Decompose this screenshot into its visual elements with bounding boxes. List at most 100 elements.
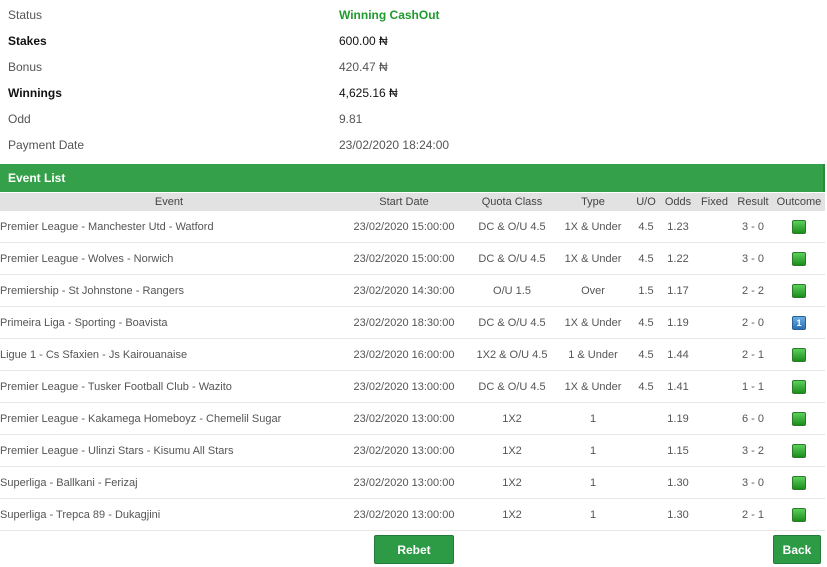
type-cell: 1X & Under: [554, 370, 632, 403]
type-cell: 1: [554, 466, 632, 499]
fixed-cell: [696, 466, 733, 499]
start-date-cell: 23/02/2020 15:00:00: [338, 211, 470, 243]
quota-class-cell: DC & O/U 4.5: [470, 306, 554, 339]
odds-cell: 1.19: [660, 402, 696, 435]
result-cell: 6 - 0: [733, 402, 773, 435]
col-start-date: Start Date: [338, 193, 470, 211]
fixed-cell: [696, 242, 733, 275]
result-cell: 3 - 0: [733, 466, 773, 499]
uo-cell: [632, 466, 660, 499]
odd-label: Odd: [8, 112, 31, 126]
event-cell: Superliga - Ballkani - Ferizaj: [0, 466, 338, 499]
table-row: Premier League - Ulinzi Stars - Kisumu A…: [0, 434, 825, 467]
quota-class-cell: 1X2: [470, 498, 554, 531]
quota-class-cell: 1X2: [470, 434, 554, 467]
table-row: Superliga - Ballkani - Ferizaj 23/02/2020…: [0, 466, 825, 499]
green-check-icon: [792, 379, 806, 394]
outcome-cell: [773, 402, 825, 435]
uo-cell: [632, 434, 660, 467]
table-row: Premier League - Wolves - Norwich 23/02/2…: [0, 242, 825, 275]
outcome-cell: [773, 242, 825, 275]
winnings-value: 4,625.16 ₦: [339, 86, 398, 100]
green-check-icon: [792, 283, 806, 298]
odds-cell: 1.30: [660, 498, 696, 531]
col-outcome: Outcome: [773, 193, 825, 211]
quota-class-cell: 1X2: [470, 402, 554, 435]
green-check-icon: [792, 475, 806, 490]
quota-class-cell: DC & O/U 4.5: [470, 370, 554, 403]
event-cell: Ligue 1 - Cs Sfaxien - Js Kairouanaise: [0, 338, 338, 371]
outcome-cell: [773, 211, 825, 243]
table-row: Premier League - Tusker Football Club - …: [0, 370, 825, 403]
payment-date-label: Payment Date: [8, 138, 85, 152]
event-cell: Premier League - Manchester Utd - Watfor…: [0, 211, 338, 243]
table-row: Superliga - Trepca 89 - Dukagjini 23/02/2…: [0, 498, 825, 531]
green-check-icon: [792, 251, 806, 266]
result-cell: 2 - 1: [733, 338, 773, 371]
bonus-label: Bonus: [8, 60, 43, 74]
table-row: Premier League - Manchester Utd - Watfor…: [0, 211, 825, 243]
start-date-cell: 23/02/2020 13:00:00: [338, 466, 470, 499]
start-date-cell: 23/02/2020 16:00:00: [338, 338, 470, 371]
type-cell: 1 & Under: [554, 338, 632, 371]
result-cell: 3 - 2: [733, 434, 773, 467]
event-cell: Premier League - Ulinzi Stars - Kisumu A…: [0, 434, 338, 467]
result-cell: 3 - 0: [733, 211, 773, 243]
back-button[interactable]: Back: [773, 535, 821, 564]
result-cell: 2 - 2: [733, 274, 773, 307]
summary-row-winnings: Winnings 4,625.16 ₦: [0, 80, 827, 106]
uo-cell: 4.5: [632, 338, 660, 371]
stakes-value: 600.00 ₦: [339, 34, 388, 48]
uo-cell: [632, 402, 660, 435]
status-value: Winning CashOut: [339, 8, 440, 22]
green-check-icon: [792, 219, 806, 234]
result-cell: 1 - 1: [733, 370, 773, 403]
start-date-cell: 23/02/2020 14:30:00: [338, 274, 470, 307]
green-check-icon: [792, 507, 806, 522]
table-row: Premiership - St Johnstone - Rangers 23/0…: [0, 274, 825, 307]
outcome-cell: [773, 370, 825, 403]
event-cell: Superliga - Trepca 89 - Dukagjini: [0, 498, 338, 531]
fixed-cell: [696, 338, 733, 371]
status-label: Status: [8, 8, 43, 22]
summary-row-bonus: Bonus 420.47 ₦: [0, 54, 827, 80]
type-cell: 1X & Under: [554, 242, 632, 275]
type-cell: 1: [554, 498, 632, 531]
fixed-cell: [696, 306, 733, 339]
summary-row-stakes: Stakes 600.00 ₦: [0, 28, 827, 54]
green-check-icon: [792, 443, 806, 458]
event-cell: Primeira Liga - Sporting - Boavista: [0, 306, 338, 339]
outcome-cell: [773, 466, 825, 499]
fixed-cell: [696, 498, 733, 531]
fixed-cell: [696, 402, 733, 435]
start-date-cell: 23/02/2020 13:00:00: [338, 370, 470, 403]
outcome-cell: 1: [773, 306, 825, 339]
event-cell: Premier League - Tusker Football Club - …: [0, 370, 338, 403]
odds-cell: 1.41: [660, 370, 696, 403]
type-cell: 1X & Under: [554, 306, 632, 339]
summary-row-payment-date: Payment Date 23/02/2020 18:24:00: [0, 132, 827, 158]
outcome-cell: [773, 274, 825, 307]
odds-cell: 1.23: [660, 211, 696, 243]
rebet-button[interactable]: Rebet: [374, 535, 454, 564]
col-result: Result: [733, 193, 773, 211]
uo-cell: 4.5: [632, 211, 660, 243]
start-date-cell: 23/02/2020 13:00:00: [338, 498, 470, 531]
quota-class-cell: 1X2 & O/U 4.5: [470, 338, 554, 371]
start-date-cell: 23/02/2020 13:00:00: [338, 402, 470, 435]
odds-cell: 1.17: [660, 274, 696, 307]
odds-cell: 1.44: [660, 338, 696, 371]
bet-summary: Status Winning CashOut Stakes 600.00 ₦ B…: [0, 2, 827, 158]
uo-cell: 4.5: [632, 306, 660, 339]
table-row: Ligue 1 - Cs Sfaxien - Js Kairouanaise 23…: [0, 338, 825, 371]
col-odds: Odds: [660, 193, 696, 211]
start-date-cell: 23/02/2020 13:00:00: [338, 434, 470, 467]
table-row: Primeira Liga - Sporting - Boavista 23/02…: [0, 306, 825, 339]
start-date-cell: 23/02/2020 15:00:00: [338, 242, 470, 275]
col-fixed: Fixed: [696, 193, 733, 211]
fixed-cell: [696, 274, 733, 307]
bonus-value: 420.47 ₦: [339, 60, 388, 74]
fixed-cell: [696, 370, 733, 403]
table-header-row: Event Start Date Quota Class Type U/O Od…: [0, 193, 825, 211]
outcome-cell: [773, 338, 825, 371]
